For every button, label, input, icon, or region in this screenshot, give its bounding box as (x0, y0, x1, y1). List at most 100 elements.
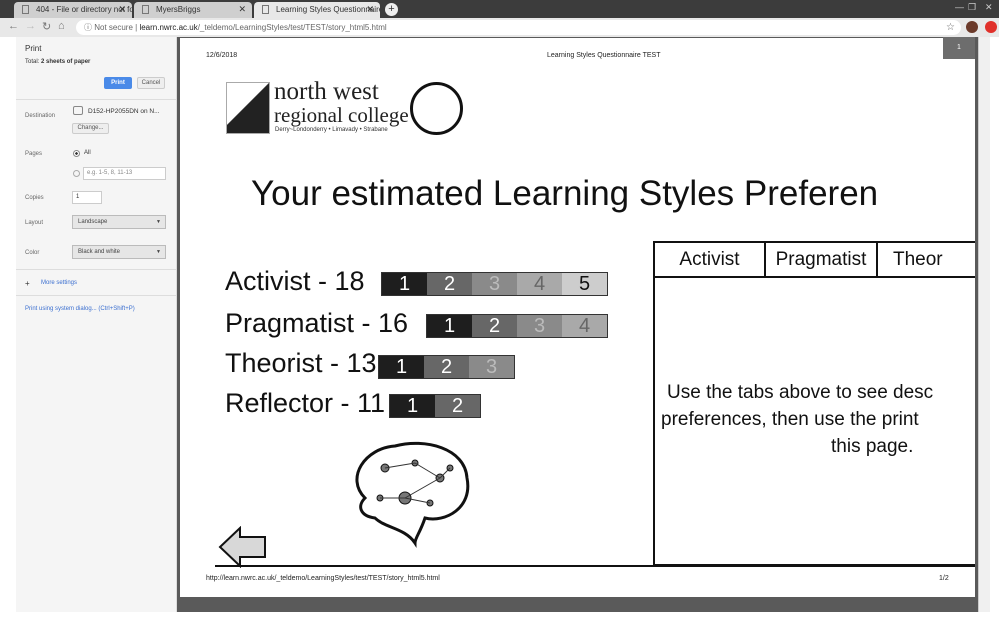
pragmatist-score-bar: 1234 (426, 314, 608, 338)
preview-page: 12/6/2018 Learning Styles Questionnaire … (180, 38, 975, 597)
page-heading: Your estimated Learning Styles Preferen (251, 174, 879, 213)
pages-label: Pages (25, 151, 43, 157)
page-icon (142, 5, 149, 14)
theorist-label: Theorist - 13 (225, 348, 377, 378)
divider (16, 269, 177, 270)
close-tab-icon[interactable]: ✕ (118, 4, 126, 15)
tab-bar: 404 - File or directory not found.✕ Myer… (0, 0, 999, 18)
learning-styles-table: Activist Pragmatist Theor Use the tabs a… (653, 241, 975, 566)
instruction-line: this page. (831, 436, 914, 457)
page-icon (262, 5, 269, 14)
extension-icon[interactable] (985, 21, 997, 33)
layout-label: Layout (25, 220, 44, 226)
close-tab-icon[interactable]: ✕ (366, 4, 374, 15)
tab-activist[interactable]: Activist (655, 243, 766, 278)
score-cell: 5 (562, 273, 607, 295)
tab-404[interactable]: 404 - File or directory not found.✕ (14, 2, 132, 18)
pages-input[interactable]: e.g. 1-5, 8, 11-13 (83, 167, 166, 180)
info-icon: ⓘ (84, 23, 95, 32)
close-tab-icon[interactable]: ✕ (238, 4, 246, 15)
score-cell: 4 (517, 273, 562, 295)
score-cell: 1 (379, 356, 424, 378)
reflector-label: Reflector - 11 (225, 388, 386, 418)
new-tab-button[interactable]: + (385, 3, 398, 16)
total-prefix: Total: (25, 59, 42, 65)
star-icon[interactable]: ☆ (946, 20, 955, 35)
theorist-score-bar: 123 (378, 355, 515, 379)
security-label: Not secure (94, 23, 133, 32)
preview-scrollbar[interactable] (978, 37, 990, 612)
score-cell: 2 (424, 356, 469, 378)
score-cell: 3 (469, 356, 514, 378)
page-indicator: 1 (943, 37, 975, 59)
score-cell: 3 (472, 273, 517, 295)
digital-circle-logo (410, 82, 463, 135)
instruction-line: preferences, then use the print (661, 409, 919, 430)
logo-line2: regional college (274, 103, 409, 127)
plus-icon: + (25, 279, 30, 288)
profile-avatar[interactable] (966, 21, 978, 33)
college-logo-mark (226, 82, 270, 134)
score-cell: 1 (382, 273, 427, 295)
score-cell: 2 (472, 315, 517, 337)
home-icon[interactable]: ⌂ (58, 20, 65, 32)
back-arrow-button[interactable] (218, 526, 268, 568)
score-cell: 2 (435, 395, 480, 417)
tab-pragmatist[interactable]: Pragmatist (766, 243, 878, 278)
url-path: /_teldemo/LearningStyles/test/TEST/story… (197, 23, 387, 32)
tab-learning-styles[interactable]: Learning Styles Questionnaire TE✕ (254, 2, 380, 18)
total-value: 2 sheets of paper (41, 59, 91, 65)
score-cell: 2 (427, 273, 472, 295)
copies-label: Copies (25, 195, 44, 201)
tab-theorist[interactable]: Theor (878, 243, 975, 278)
pages-all-label: All (84, 150, 91, 156)
page-footer-number: 1/2 (939, 575, 949, 582)
sheet-total: Total: 2 sheets of paper (25, 59, 90, 65)
pragmatist-label: Pragmatist - 16 (225, 308, 409, 338)
url-host: learn.nwrc.ac.uk (139, 23, 198, 32)
divider (16, 99, 177, 100)
color-label: Color (25, 250, 40, 256)
tab-title: Learning Styles Questionnaire TE (276, 5, 380, 14)
restore-button[interactable]: ❐ (968, 2, 976, 13)
system-dialog-link[interactable]: Print using system dialog... (Ctrl+Shift… (25, 306, 135, 312)
layout-select[interactable]: Landscape (72, 215, 166, 229)
page-footer-url: http://learn.nwrc.ac.uk/_teldemo/Learnin… (206, 575, 440, 582)
score-cell: 4 (562, 315, 607, 337)
pages-custom-radio[interactable] (73, 170, 80, 177)
change-destination-button[interactable]: Change... (72, 123, 109, 134)
back-icon[interactable]: ← (8, 20, 19, 32)
score-cell: 3 (517, 315, 562, 337)
pages-all-radio[interactable] (73, 150, 80, 157)
activist-label: Activist - 18 (225, 266, 365, 296)
copies-input[interactable]: 1 (72, 191, 102, 204)
more-settings-link[interactable]: More settings (41, 280, 77, 286)
destination-label: Destination (25, 113, 56, 119)
activist-score-bar: 12345 (381, 272, 608, 296)
logo-line1: north west (274, 78, 379, 105)
divider (16, 295, 177, 296)
forward-icon[interactable]: → (25, 20, 36, 32)
close-window-button[interactable]: ✕ (985, 2, 993, 13)
tab-myersbriggs[interactable]: MyersBriggs ✕ (134, 2, 252, 18)
destination-value: D152-HP2055DN on N... (88, 108, 160, 115)
page-date: 12/6/2018 (206, 52, 238, 59)
cancel-button[interactable]: Cancel (137, 77, 165, 89)
browser-toolbar: ← → ↻ ⌂ ⓘ Not secure | learn.nwrc.ac.uk/… (0, 18, 999, 37)
logo-line3: Derry~Londonderry • Limavady • Strabane (275, 127, 388, 133)
minimize-button[interactable]: — (955, 2, 964, 12)
brain-network-icon (355, 441, 470, 548)
print-button[interactable]: Print (104, 77, 132, 89)
tab-title: MyersBriggs (156, 5, 201, 14)
reflector-score-bar: 12 (389, 394, 481, 418)
address-bar[interactable]: ⓘ Not secure | learn.nwrc.ac.uk/_teldemo… (76, 20, 961, 35)
page-header-title: Learning Styles Questionnaire TEST (547, 52, 661, 59)
page-icon (22, 5, 29, 14)
print-title: Print (25, 44, 42, 53)
printer-icon (73, 106, 83, 115)
table-instructions: Use the tabs above to see desc preferenc… (655, 379, 975, 460)
color-select[interactable]: Black and white (72, 245, 166, 259)
score-cell: 1 (390, 395, 435, 417)
reload-icon[interactable]: ↻ (42, 20, 51, 33)
score-cell: 1 (427, 315, 472, 337)
